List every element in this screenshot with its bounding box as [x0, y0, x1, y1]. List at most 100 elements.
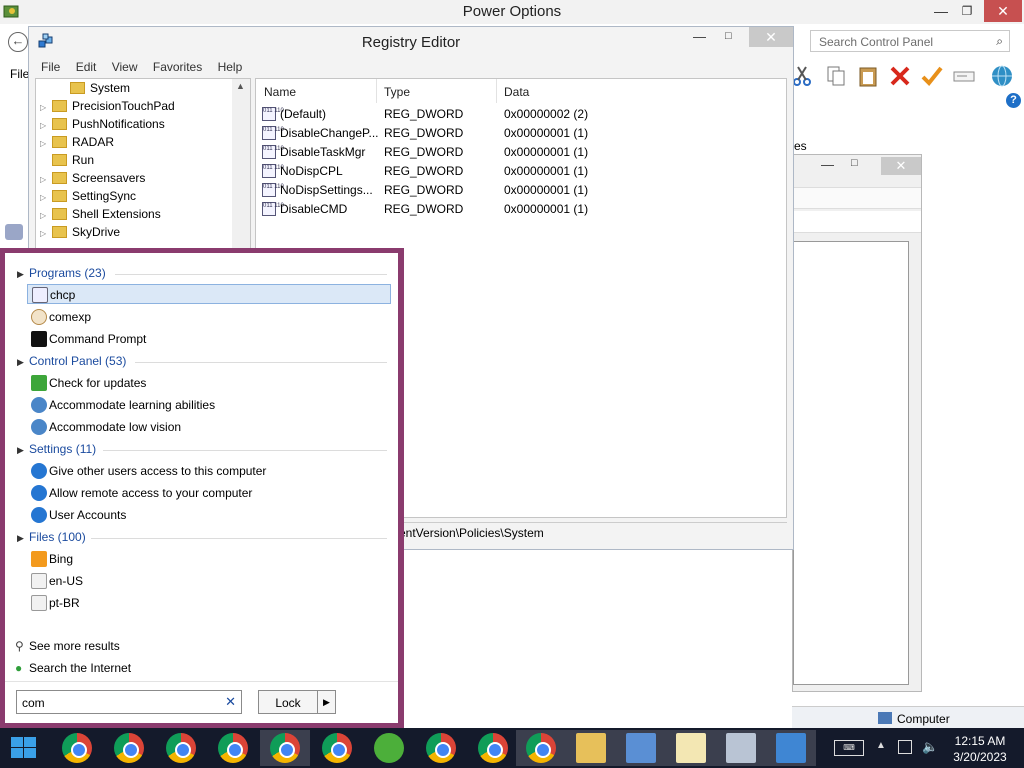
result-item[interactable]: Bing [27, 549, 391, 569]
value-row[interactable]: 011 110 (Default) REG_DWORD 0x00000002 (2) [256, 105, 776, 124]
search-control-panel-input[interactable]: Search Control Panel ⌕ [810, 30, 1010, 52]
maximize-button[interactable]: ❐ [954, 0, 980, 22]
search-results: ▶ Programs (23) chcp comexp Command Promp… [5, 253, 398, 723]
tree-item-system[interactable]: System [58, 81, 130, 99]
search-icon[interactable]: ⌕ [996, 34, 1003, 49]
menu-help[interactable]: Help [218, 60, 243, 74]
taskbar-app-ccleaner[interactable] [364, 730, 414, 766]
search-internet-link[interactable]: ● Search the Internet [15, 661, 131, 675]
value-row[interactable]: 011 110 DisableTaskMgr REG_DWORD 0x00000001… [256, 143, 776, 162]
expand-arrow-icon[interactable]: ▷ [40, 139, 52, 148]
taskbar-app-control-panel[interactable] [616, 730, 666, 766]
result-item[interactable]: chcp [27, 284, 391, 304]
minimize-button[interactable]: — [928, 0, 954, 22]
result-item[interactable]: en-US [27, 571, 391, 591]
globe-icon[interactable] [990, 64, 1014, 88]
result-item[interactable]: Check for updates [27, 373, 391, 393]
result-item[interactable]: User Accounts [27, 505, 391, 525]
paste-icon[interactable] [856, 64, 880, 88]
menu-view[interactable]: View [112, 60, 138, 74]
taskbar-app-chrome[interactable] [156, 730, 206, 766]
menu-file[interactable]: File [10, 67, 29, 81]
tree-scrollbar[interactable] [232, 79, 250, 249]
clock-date[interactable]: 3/20/2023 [950, 750, 1010, 764]
expand-arrow-icon[interactable]: ▷ [40, 175, 52, 184]
touch-keyboard-icon[interactable]: ⌨ [834, 740, 864, 756]
menu-favorites[interactable]: Favorites [153, 60, 202, 74]
tree-item-radar[interactable]: ▷ RADAR [40, 135, 114, 153]
menu-edit[interactable]: Edit [76, 60, 97, 74]
network-icon[interactable] [898, 740, 912, 754]
group-header-programs[interactable]: ▶ Programs (23) [17, 266, 106, 282]
see-more-results-link[interactable]: ⚲ See more results [15, 639, 120, 653]
expand-arrow-icon[interactable]: ▷ [40, 229, 52, 238]
taskbar-app-chrome[interactable] [312, 730, 362, 766]
column-divider[interactable] [496, 79, 497, 103]
minimize-button[interactable]: — [693, 29, 706, 44]
result-item[interactable]: Allow remote access to your computer [27, 483, 391, 503]
value-row[interactable]: 011 110 DisableCMD REG_DWORD 0x00000001 (1) [256, 200, 776, 219]
help-icon[interactable]: ? [1006, 93, 1021, 108]
taskbar-app-chrome[interactable] [260, 730, 310, 766]
clear-icon[interactable]: ✕ [225, 694, 236, 710]
search-input[interactable]: com ✕ [16, 690, 242, 714]
tree-item-skydrive[interactable]: ▷ SkyDrive [40, 225, 120, 243]
address-bar[interactable] [793, 211, 921, 233]
taskbar-app-resource-monitor[interactable] [716, 730, 766, 766]
taskbar-app-chrome[interactable] [208, 730, 258, 766]
clock-time[interactable]: 12:15 AM [950, 734, 1010, 748]
column-header-data[interactable]: Data [504, 85, 529, 99]
taskbar-app-chrome[interactable] [516, 730, 566, 766]
show-hidden-icons-icon[interactable]: ▲ [876, 740, 886, 751]
result-item[interactable]: Give other users access to this computer [27, 461, 391, 481]
taskbar-app-registry-editor[interactable] [766, 730, 816, 766]
menu-file[interactable]: File [41, 60, 60, 74]
maximize-button[interactable]: □ [851, 157, 858, 169]
tree-item-screensavers[interactable]: ▷ Screensavers [40, 171, 145, 189]
taskbar-app-notepad[interactable] [666, 730, 716, 766]
group-header-control-panel[interactable]: ▶ Control Panel (53) [17, 354, 126, 370]
result-item[interactable]: Accommodate low vision [27, 417, 391, 437]
scroll-up-arrow-icon[interactable]: ▲ [236, 81, 245, 91]
expand-arrow-icon[interactable]: ▷ [40, 103, 52, 112]
expand-arrow-icon[interactable]: ▷ [40, 121, 52, 130]
result-item[interactable]: comexp [27, 307, 391, 327]
delete-icon[interactable] [888, 64, 912, 88]
start-button[interactable] [10, 736, 38, 760]
taskbar-app-chrome[interactable] [52, 730, 102, 766]
taskbar-app-file-explorer[interactable] [566, 730, 616, 766]
expand-arrow-icon[interactable]: ▷ [40, 211, 52, 220]
maximize-button[interactable]: □ [725, 30, 732, 42]
result-item[interactable]: pt-BR [27, 593, 391, 613]
rename-icon[interactable] [952, 64, 976, 88]
minimize-button[interactable]: — [821, 157, 834, 172]
tree-item-settingsync[interactable]: ▷ SettingSync [40, 189, 136, 207]
tree-item-precisiontouchpad[interactable]: ▷ PrecisionTouchPad [40, 99, 175, 117]
result-item[interactable]: Command Prompt [27, 329, 391, 349]
tree-item-run[interactable]: Run [40, 153, 94, 171]
taskbar-app-chrome[interactable] [468, 730, 518, 766]
copy-icon[interactable] [824, 64, 848, 88]
expand-arrow-icon[interactable]: ▷ [40, 193, 52, 202]
volume-icon[interactable]: 🔈 [922, 739, 938, 755]
group-header-files[interactable]: ▶ Files (100) [17, 530, 86, 546]
tree-item-pushnotifications[interactable]: ▷ PushNotifications [40, 117, 165, 135]
column-header-name[interactable]: Name [264, 85, 296, 99]
back-button[interactable]: ← [8, 32, 28, 52]
lock-options-arrow-icon[interactable]: ▶ [317, 691, 335, 713]
taskbar-app-chrome[interactable] [416, 730, 466, 766]
lock-button[interactable]: Lock ▶ [258, 690, 336, 714]
taskbar-app-chrome[interactable] [104, 730, 154, 766]
tree-item-shell-extensions[interactable]: ▷ Shell Extensions [40, 207, 161, 225]
check-icon[interactable] [920, 64, 944, 88]
result-item[interactable]: Accommodate learning abilities [27, 395, 391, 415]
value-row[interactable]: 011 110 NoDispSettings... REG_DWORD 0x00000… [256, 181, 776, 200]
column-header-type[interactable]: Type [384, 85, 410, 99]
value-row[interactable]: 011 110 NoDispCPL REG_DWORD 0x00000001 (1) [256, 162, 776, 181]
value-row[interactable]: 011 110 DisableChangeP... REG_DWORD 0x00000… [256, 124, 776, 143]
close-button[interactable]: ✕ [749, 27, 793, 47]
group-header-settings[interactable]: ▶ Settings (11) [17, 442, 96, 458]
column-divider[interactable] [376, 79, 377, 103]
close-button[interactable]: ✕ [984, 0, 1022, 22]
close-button[interactable]: ✕ [881, 157, 921, 175]
